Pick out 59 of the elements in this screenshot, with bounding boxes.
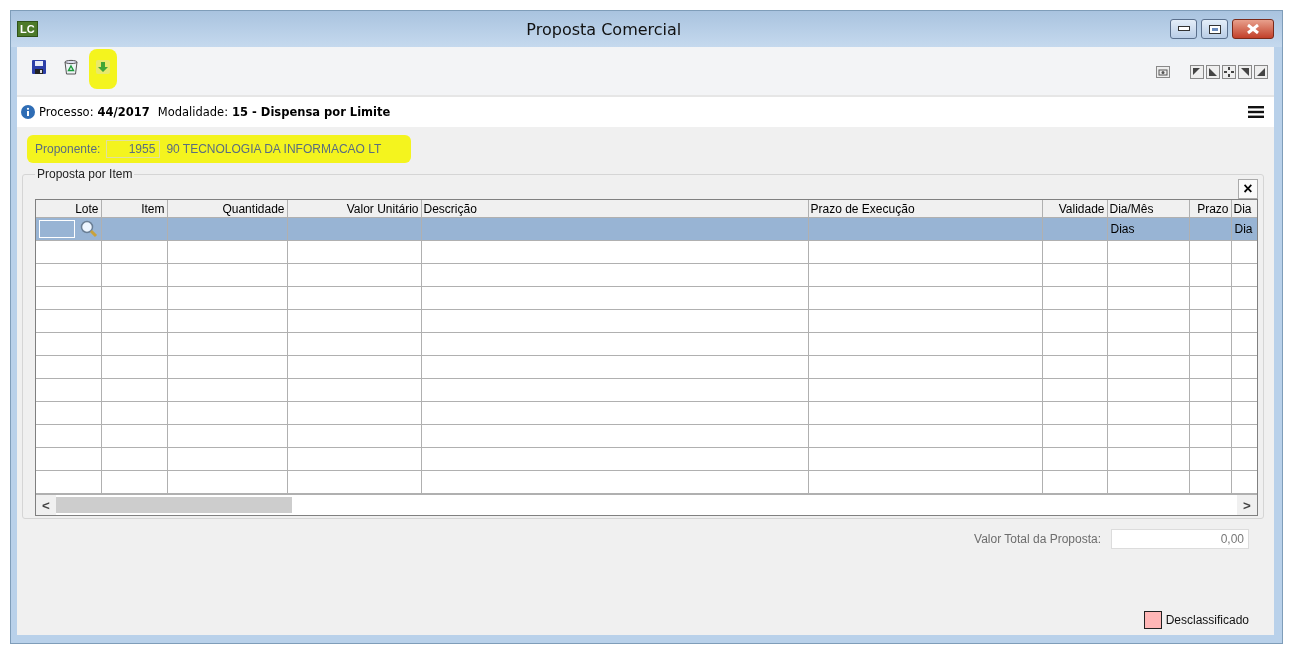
- layout-icon[interactable]: [1222, 65, 1236, 79]
- table-row[interactable]: [36, 286, 1257, 310]
- window-title: Proposta Comercial: [525, 19, 683, 39]
- close-button[interactable]: ×: [1238, 179, 1258, 199]
- scrollbar-thumb[interactable]: [56, 497, 292, 513]
- group-title: Proposta por Item: [36, 167, 134, 181]
- table-row[interactable]: [36, 309, 1257, 333]
- layout-icon[interactable]: [1238, 65, 1252, 79]
- column-header[interactable]: Item: [101, 200, 167, 218]
- column-header[interactable]: Validade: [1042, 200, 1107, 218]
- column-header[interactable]: Prazo: [1189, 200, 1231, 218]
- table-row[interactable]: [36, 424, 1257, 448]
- total-label: Valor Total da Proposta:: [974, 532, 1101, 546]
- bidder-name: 90 TECNOLOGIA DA INFORMACAO LT: [166, 142, 382, 156]
- maximize-button[interactable]: [1201, 19, 1228, 39]
- table-row[interactable]: [36, 263, 1257, 287]
- table-row[interactable]: [36, 401, 1257, 425]
- column-header[interactable]: Descrição: [421, 200, 808, 218]
- bidder-label: Proponente:: [35, 142, 101, 156]
- menu-icon[interactable]: [1248, 106, 1264, 118]
- close-button[interactable]: [1232, 19, 1274, 39]
- minimize-icon: [1177, 26, 1190, 32]
- trash-icon: [63, 59, 79, 75]
- save-icon: [31, 59, 47, 75]
- lot-input-field[interactable]: [39, 220, 75, 238]
- maximize-icon: [1208, 24, 1221, 34]
- column-header[interactable]: Prazo de Execução: [808, 200, 1042, 218]
- process-label: Processo:: [39, 105, 94, 119]
- total-field[interactable]: 0,00: [1111, 529, 1249, 549]
- table-row[interactable]: [36, 378, 1257, 402]
- column-header[interactable]: Dia/Mês: [1107, 200, 1189, 218]
- column-header[interactable]: Valor Unitário: [287, 200, 421, 218]
- app-logo: LC: [17, 21, 38, 37]
- bidder-code-field[interactable]: 1955: [106, 140, 161, 158]
- info-icon: [21, 105, 35, 119]
- table-row[interactable]: [36, 447, 1257, 471]
- table-row[interactable]: [36, 332, 1257, 356]
- layout-icon[interactable]: [1254, 65, 1268, 79]
- table-row[interactable]: [36, 355, 1257, 379]
- table-row[interactable]: [36, 240, 1257, 264]
- camera-icon[interactable]: [1156, 66, 1170, 78]
- close-icon: [1246, 24, 1260, 34]
- column-header[interactable]: Dia: [1231, 200, 1257, 218]
- selected-row[interactable]: Dias Dia: [36, 217, 1257, 241]
- scroll-right-button[interactable]: >: [1237, 495, 1257, 515]
- column-header[interactable]: Quantidade: [167, 200, 287, 218]
- minimize-button[interactable]: [1170, 19, 1197, 39]
- horizontal-scrollbar[interactable]: < >: [36, 494, 1257, 515]
- search-icon[interactable]: [79, 220, 98, 238]
- modality-value: 15 - Dispensa por Limite: [232, 105, 391, 119]
- download-arrow-icon: [95, 59, 111, 75]
- layout-icon[interactable]: [1190, 65, 1204, 79]
- table-row[interactable]: [36, 470, 1257, 494]
- modality-label: Modalidade:: [157, 105, 229, 119]
- scroll-left-button[interactable]: <: [36, 495, 56, 515]
- layout-icon[interactable]: [1206, 65, 1220, 79]
- column-header[interactable]: Lote: [36, 200, 101, 218]
- legend-label: Desclassificado: [1165, 613, 1249, 627]
- process-number: 44/2017: [97, 105, 150, 119]
